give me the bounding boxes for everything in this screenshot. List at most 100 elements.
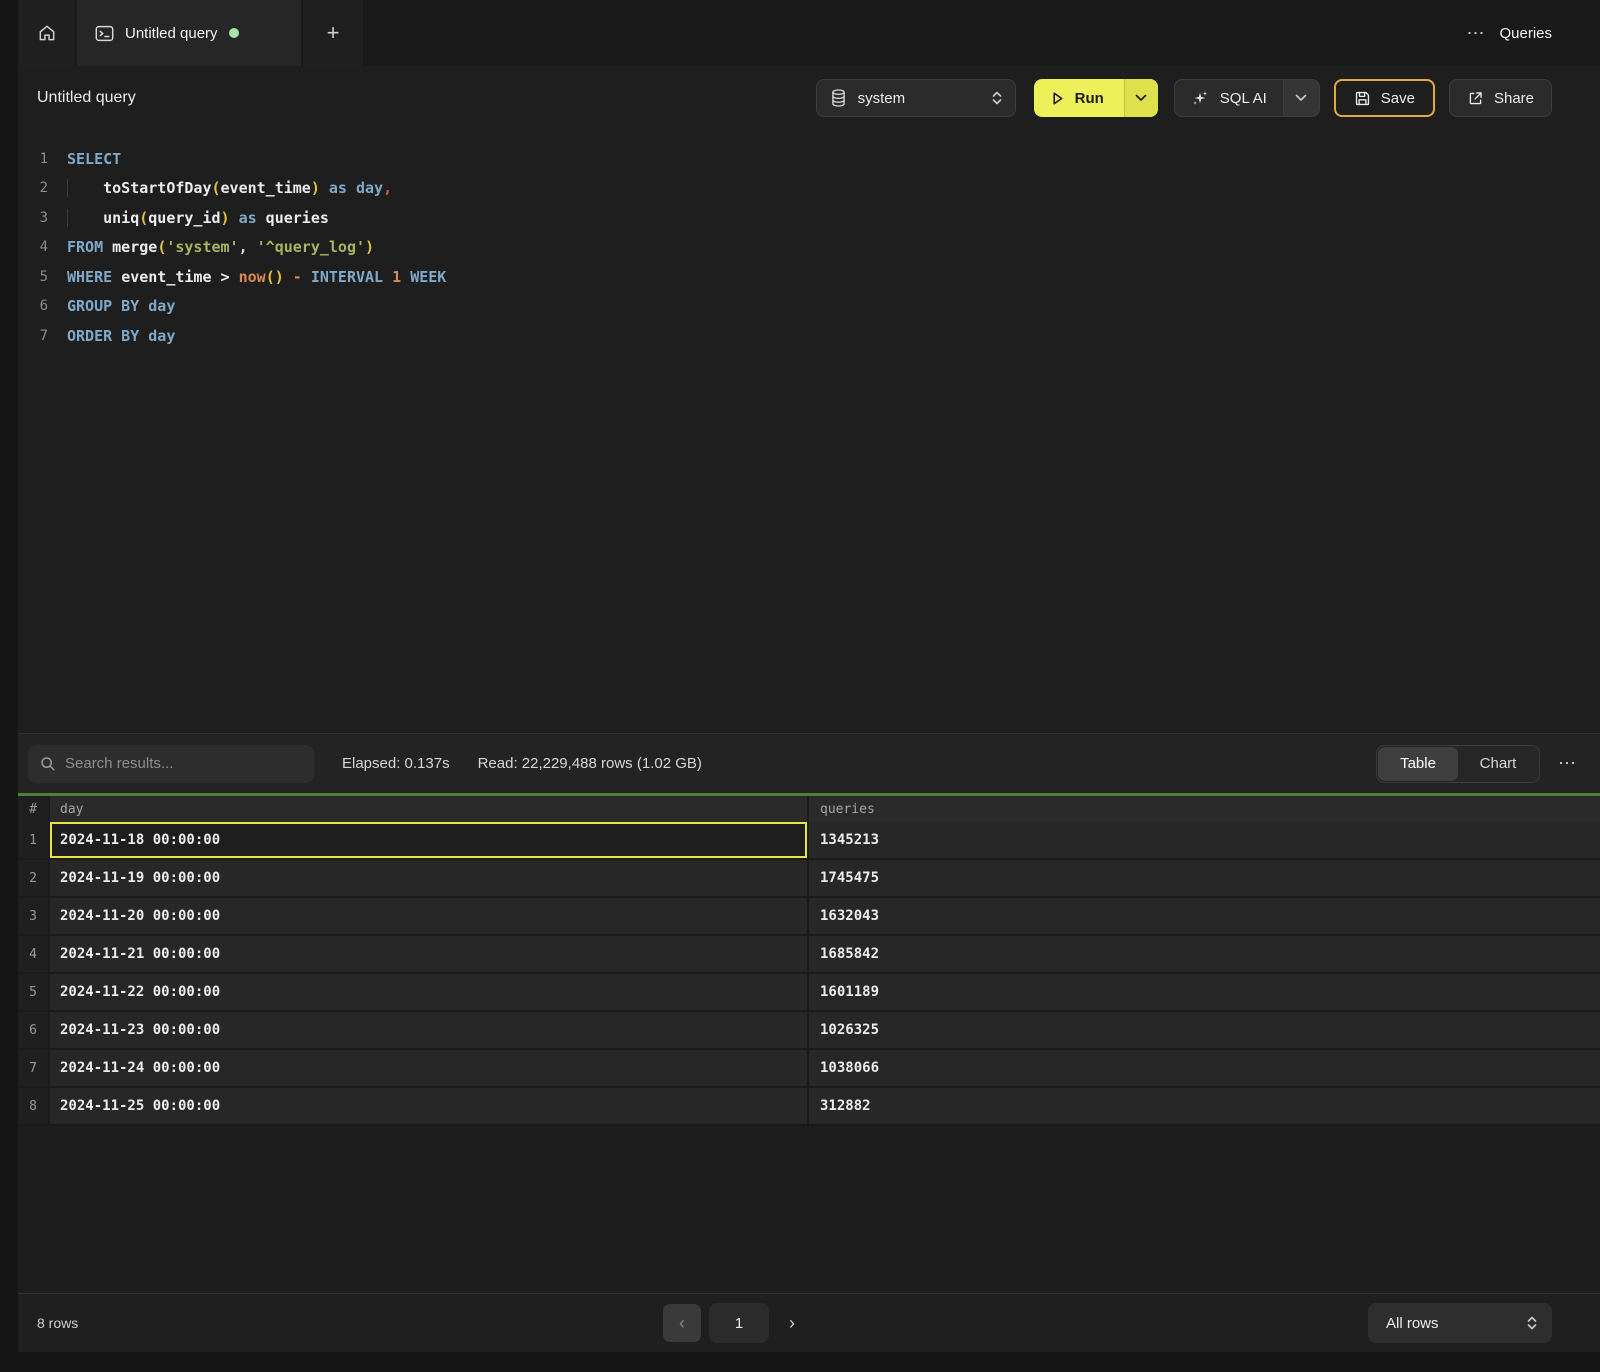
row-count: 8 rows bbox=[37, 1315, 78, 1331]
sql-ai-split-button: SQL AI bbox=[1174, 79, 1320, 117]
cell-queries[interactable]: 1345213 bbox=[807, 822, 1600, 860]
share-button-label: Share bbox=[1494, 90, 1534, 107]
results-table-header: # day queries bbox=[18, 796, 1600, 822]
column-header-index[interactable]: # bbox=[18, 796, 50, 822]
query-title: Untitled query bbox=[37, 89, 136, 107]
cell-day[interactable]: 2024-11-20 00:00:00 bbox=[50, 898, 807, 936]
search-results-box[interactable] bbox=[28, 745, 314, 783]
code-line[interactable]: 3 uniq(query_id) as queries bbox=[18, 203, 1600, 233]
row-index[interactable]: 7 bbox=[18, 1050, 50, 1088]
code-text: GROUP BY day bbox=[48, 297, 175, 315]
sql-ai-options-button[interactable] bbox=[1283, 80, 1319, 116]
cell-day[interactable]: 2024-11-24 00:00:00 bbox=[50, 1050, 807, 1088]
cell-day[interactable]: 2024-11-22 00:00:00 bbox=[50, 974, 807, 1012]
code-text: toStartOfDay(event_time) as day, bbox=[48, 179, 392, 197]
cell-queries[interactable]: 1026325 bbox=[807, 1012, 1600, 1050]
table-row: 32024-11-20 00:00:001632043 bbox=[18, 898, 1600, 936]
code-line[interactable]: 6GROUP BY day bbox=[18, 292, 1600, 322]
cell-day[interactable]: 2024-11-18 00:00:00 bbox=[50, 822, 807, 860]
table-row: 82024-11-25 00:00:00312882 bbox=[18, 1088, 1600, 1126]
row-index[interactable]: 3 bbox=[18, 898, 50, 936]
left-edge-strip bbox=[0, 0, 18, 1372]
table-row: 72024-11-24 00:00:001038066 bbox=[18, 1050, 1600, 1088]
table-row: 22024-11-19 00:00:001745475 bbox=[18, 860, 1600, 898]
results-footer: 8 rows ‹ 1 › All rows bbox=[0, 1293, 1600, 1352]
view-toggle: Table Chart bbox=[1376, 745, 1540, 783]
next-page-button[interactable]: › bbox=[777, 1304, 807, 1342]
chevron-down-icon bbox=[1135, 94, 1147, 102]
results-more-icon[interactable]: ⋯ bbox=[1558, 753, 1576, 774]
row-index[interactable]: 5 bbox=[18, 974, 50, 1012]
row-index[interactable]: 2 bbox=[18, 860, 50, 898]
new-tab-button[interactable]: + bbox=[303, 0, 363, 66]
line-number: 3 bbox=[18, 210, 48, 226]
chevron-down-icon bbox=[1295, 94, 1307, 102]
tab-bar: Untitled query + ⋯ Queries bbox=[0, 0, 1600, 66]
view-table-tab[interactable]: Table bbox=[1378, 747, 1458, 781]
prev-page-button[interactable]: ‹ bbox=[663, 1304, 701, 1342]
line-number: 5 bbox=[18, 269, 48, 285]
sql-ai-label: SQL AI bbox=[1220, 90, 1267, 107]
terminal-icon bbox=[95, 25, 114, 42]
run-options-button[interactable] bbox=[1124, 79, 1158, 117]
search-icon bbox=[40, 756, 56, 772]
code-text: SELECT bbox=[48, 150, 121, 168]
row-index[interactable]: 4 bbox=[18, 936, 50, 974]
table-row: 12024-11-18 00:00:001345213 bbox=[18, 822, 1600, 860]
elapsed-stat: Elapsed: 0.137s bbox=[342, 755, 450, 772]
table-row: 42024-11-21 00:00:001685842 bbox=[18, 936, 1600, 974]
code-line[interactable]: 2 toStartOfDay(event_time) as day, bbox=[18, 174, 1600, 204]
home-button[interactable] bbox=[18, 0, 75, 66]
run-button-label: Run bbox=[1075, 90, 1104, 107]
results-table-body: 12024-11-18 00:00:00134521322024-11-19 0… bbox=[18, 822, 1600, 1126]
results-empty-area bbox=[0, 1126, 1600, 1293]
line-number: 2 bbox=[18, 180, 48, 196]
database-select[interactable]: system bbox=[816, 79, 1016, 117]
line-number: 1 bbox=[18, 151, 48, 167]
select-updown-icon bbox=[991, 90, 1003, 106]
sql-console-app: Untitled query + ⋯ Queries Untitled quer… bbox=[0, 0, 1600, 1372]
tab-untitled-query[interactable]: Untitled query bbox=[77, 0, 301, 66]
current-page-button[interactable]: 1 bbox=[709, 1303, 769, 1343]
pagination: ‹ 1 › bbox=[663, 1303, 807, 1343]
cell-queries[interactable]: 1632043 bbox=[807, 898, 1600, 936]
cell-queries[interactable]: 312882 bbox=[807, 1088, 1600, 1126]
external-link-icon bbox=[1467, 90, 1484, 107]
cell-day[interactable]: 2024-11-19 00:00:00 bbox=[50, 860, 807, 898]
code-line[interactable]: 5WHERE event_time > now() - INTERVAL 1 W… bbox=[18, 262, 1600, 292]
sql-ai-button[interactable]: SQL AI bbox=[1175, 80, 1283, 116]
database-icon bbox=[831, 89, 846, 107]
code-line[interactable]: 1SELECT bbox=[18, 144, 1600, 174]
row-index[interactable]: 1 bbox=[18, 822, 50, 860]
tabbar-more-icon[interactable]: ⋯ bbox=[1466, 24, 1485, 42]
page-size-select[interactable]: All rows bbox=[1368, 1303, 1552, 1343]
code-line[interactable]: 4FROM merge('system', '^query_log') bbox=[18, 233, 1600, 263]
search-results-input[interactable] bbox=[65, 755, 302, 772]
code-text: ORDER BY day bbox=[48, 327, 175, 345]
sql-editor[interactable]: 1SELECT2 toStartOfDay(event_time) as day… bbox=[0, 130, 1600, 733]
row-index[interactable]: 6 bbox=[18, 1012, 50, 1050]
code-text: FROM merge('system', '^query_log') bbox=[48, 238, 374, 256]
database-select-value: system bbox=[858, 90, 906, 107]
cell-queries[interactable]: 1745475 bbox=[807, 860, 1600, 898]
table-row: 62024-11-23 00:00:001026325 bbox=[18, 1012, 1600, 1050]
cell-day[interactable]: 2024-11-21 00:00:00 bbox=[50, 936, 807, 974]
queries-menu[interactable]: Queries bbox=[1499, 25, 1552, 42]
column-header-queries[interactable]: queries bbox=[807, 796, 1600, 822]
view-chart-tab[interactable]: Chart bbox=[1458, 747, 1538, 781]
cell-queries[interactable]: 1685842 bbox=[807, 936, 1600, 974]
results-table: # day queries 12024-11-18 00:00:00134521… bbox=[18, 796, 1600, 1126]
code-line[interactable]: 7ORDER BY day bbox=[18, 321, 1600, 351]
column-header-day[interactable]: day bbox=[50, 796, 807, 822]
cell-day[interactable]: 2024-11-23 00:00:00 bbox=[50, 1012, 807, 1050]
code-text: uniq(query_id) as queries bbox=[48, 209, 329, 227]
select-updown-icon bbox=[1526, 1315, 1538, 1331]
save-button[interactable]: Save bbox=[1334, 79, 1435, 117]
cell-day[interactable]: 2024-11-25 00:00:00 bbox=[50, 1088, 807, 1126]
row-index[interactable]: 8 bbox=[18, 1088, 50, 1126]
unsaved-changes-dot bbox=[229, 28, 239, 38]
cell-queries[interactable]: 1038066 bbox=[807, 1050, 1600, 1088]
run-button[interactable]: Run bbox=[1034, 79, 1124, 117]
cell-queries[interactable]: 1601189 bbox=[807, 974, 1600, 1012]
share-button[interactable]: Share bbox=[1449, 79, 1552, 117]
